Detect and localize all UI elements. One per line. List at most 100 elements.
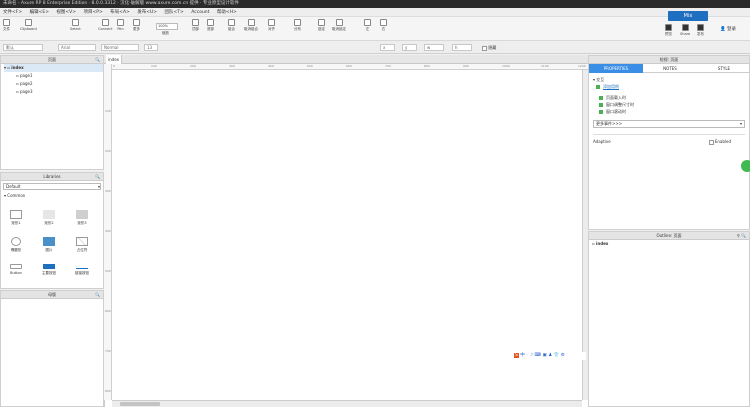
scroll-thumb[interactable] bbox=[120, 402, 160, 406]
page-tree-root[interactable]: ▾ ▫ index bbox=[4, 64, 103, 72]
select-button[interactable]: Select bbox=[70, 19, 81, 31]
event-item[interactable]: 窗口滚动时 bbox=[593, 108, 745, 115]
sogou-icon[interactable]: S bbox=[514, 353, 519, 358]
enabled-checkbox[interactable]: Enabled bbox=[708, 138, 731, 145]
horizontal-scrollbar[interactable] bbox=[112, 400, 582, 407]
add-case-link[interactable]: 添加用例 bbox=[593, 83, 745, 90]
page-tree-item[interactable]: ▫ page1 bbox=[4, 72, 103, 80]
menu-publish[interactable]: 发布<U> bbox=[137, 10, 157, 15]
filter-icon[interactable]: ⚲ 🔍 bbox=[737, 232, 746, 240]
library-widget[interactable]: 图片 bbox=[34, 237, 64, 253]
bring-top-button[interactable]: 顶部 bbox=[192, 19, 199, 31]
skin-icon[interactable]: 👕 bbox=[554, 353, 560, 358]
preview-button[interactable]: 预览 bbox=[665, 24, 672, 36]
distribute-button[interactable]: 分布 bbox=[294, 19, 301, 31]
event-item[interactable]: 窗口调整尺寸时 bbox=[593, 101, 745, 108]
settings-icon[interactable]: ⚙ bbox=[561, 353, 565, 358]
font-size-select[interactable]: 13 bbox=[144, 44, 158, 51]
x-field[interactable]: x bbox=[380, 44, 395, 51]
menu-project[interactable]: 项目<P> bbox=[83, 10, 102, 15]
search-icon[interactable]: 🔍 bbox=[95, 173, 100, 181]
library-section-common[interactable]: ▾ Common bbox=[1, 192, 103, 199]
library-widget[interactable]: Button bbox=[1, 264, 31, 275]
menu-team[interactable]: 团队<T> bbox=[165, 10, 184, 15]
distribute-icon bbox=[294, 19, 301, 26]
zoom-select[interactable]: 100% bbox=[156, 23, 178, 30]
lock-button[interactable]: 锁定 bbox=[318, 19, 325, 31]
ime-toolbar[interactable]: S 中 · ☽ ⌨ ▣ ♟ 👕 ⚙ bbox=[514, 352, 586, 360]
y-field[interactable]: y bbox=[402, 44, 417, 51]
menu-arrange[interactable]: 布局<A> bbox=[110, 10, 130, 15]
ruler-tick: 200 bbox=[105, 149, 111, 153]
search-icon[interactable]: 🔍 bbox=[95, 56, 100, 64]
more-events-select[interactable]: 更多事件>>> ▾ bbox=[593, 120, 745, 128]
tab-properties[interactable]: PROPERTIES bbox=[589, 64, 643, 73]
lang-icon[interactable]: 中 bbox=[520, 353, 525, 358]
user-icon[interactable]: ♟ bbox=[548, 353, 552, 358]
menu-bar: 文件<F> 编辑<E> 视图<V> 项目<P> 布局<A> 发布<U> 团队<T… bbox=[0, 8, 750, 17]
more-icon bbox=[133, 19, 140, 26]
pen-button[interactable]: Pen bbox=[117, 19, 124, 31]
ruler-tick: 600 bbox=[105, 309, 111, 313]
ruler-tick: 400 bbox=[105, 229, 111, 233]
tab-notes[interactable]: NOTES bbox=[643, 64, 697, 73]
tab-style[interactable]: STYLE bbox=[697, 64, 750, 73]
library-widget[interactable]: 占位符 bbox=[67, 237, 97, 253]
style-select[interactable]: 默认 bbox=[3, 44, 43, 51]
screen-icon[interactable]: ▣ bbox=[543, 353, 547, 358]
ungroup-button[interactable]: 取消组合 bbox=[244, 19, 258, 31]
page-tree-item[interactable]: ▫ page3 bbox=[4, 88, 103, 96]
primary-button-icon bbox=[43, 264, 55, 269]
library-widget[interactable]: 链接按钮 bbox=[67, 264, 97, 276]
align-button[interactable]: 对齐 bbox=[268, 19, 275, 31]
library-widget[interactable]: 矩形3 bbox=[67, 210, 97, 226]
library-widget[interactable]: 矩形1 bbox=[1, 210, 31, 226]
publish-button[interactable]: 发布 bbox=[697, 24, 704, 36]
mix-banner[interactable]: Mix bbox=[668, 11, 708, 21]
ruler-tick: 200 bbox=[190, 64, 196, 68]
window-title: 未命名 - Axure RP 8 Enterprise Edition · 8.… bbox=[3, 1, 239, 6]
group-button[interactable]: 组合 bbox=[228, 19, 235, 31]
menu-file[interactable]: 文件<F> bbox=[3, 10, 22, 15]
font-weight-select[interactable]: Normal bbox=[101, 44, 139, 51]
file-button[interactable]: 文件 bbox=[3, 19, 10, 31]
keyboard-icon[interactable]: ⌨ bbox=[535, 353, 542, 358]
left-button[interactable]: 左 bbox=[364, 19, 371, 31]
outline-item[interactable]: ▫ index bbox=[589, 240, 749, 248]
tab-index[interactable]: index bbox=[106, 55, 122, 64]
h-field[interactable]: h bbox=[452, 44, 472, 51]
menu-account[interactable]: Account bbox=[191, 10, 209, 15]
library-widget[interactable]: 椭圆形 bbox=[1, 237, 31, 253]
moon-icon[interactable]: ☽ bbox=[529, 353, 533, 358]
connect-button[interactable]: Connect bbox=[98, 19, 112, 31]
library-widget[interactable]: 主要按钮 bbox=[34, 264, 64, 276]
library-select[interactable]: Default ▾ bbox=[3, 183, 101, 190]
hidden-checkbox[interactable]: 隐藏 bbox=[482, 44, 496, 51]
ruler-tick: 100 bbox=[151, 64, 157, 68]
search-icon[interactable]: 🔍 bbox=[95, 291, 100, 299]
rectangle-icon bbox=[10, 210, 22, 219]
chat-bubble-icon[interactable] bbox=[741, 160, 750, 172]
font-select[interactable]: Arial bbox=[58, 44, 96, 51]
unlock-button[interactable]: 取消锁定 bbox=[332, 19, 346, 31]
add-case-icon bbox=[596, 85, 600, 89]
send-bottom-button[interactable]: 底部 bbox=[207, 19, 214, 31]
menu-edit[interactable]: 编辑<E> bbox=[30, 10, 49, 15]
more-button[interactable]: 更多 bbox=[133, 19, 140, 31]
clipboard-button[interactable]: Clipboard bbox=[20, 19, 37, 31]
right-button[interactable]: 右 bbox=[380, 19, 387, 31]
interactions-header[interactable]: ▾ 交互 bbox=[593, 76, 745, 83]
lightning-icon bbox=[599, 110, 603, 114]
punct-icon[interactable]: · bbox=[526, 353, 527, 358]
library-widget[interactable]: 矩形2 bbox=[34, 210, 64, 226]
menu-view[interactable]: 视图<V> bbox=[56, 10, 76, 15]
w-field[interactable]: w bbox=[424, 44, 444, 51]
event-item[interactable]: 页面载入时 bbox=[593, 94, 745, 101]
menu-help[interactable]: 帮助<H> bbox=[217, 10, 237, 15]
share-button[interactable]: Share bbox=[680, 24, 690, 36]
libraries-panel: Libraries 🔍 Default ▾ ▾ Common 矩形1 矩形2 矩形3… bbox=[0, 172, 104, 289]
page-tree-item[interactable]: ▫ page2 bbox=[4, 80, 103, 88]
select-icon bbox=[71, 19, 79, 26]
login-link[interactable]: 👤 登录 bbox=[720, 26, 736, 32]
ruler-tick: 800 bbox=[424, 64, 430, 68]
